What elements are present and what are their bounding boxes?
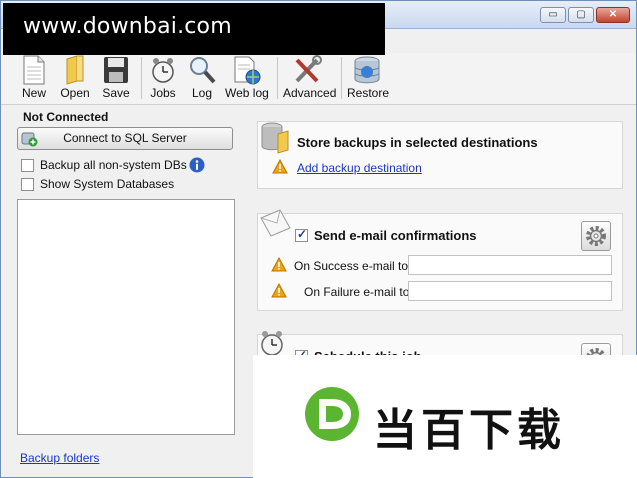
toolbar-log-button[interactable]: Log — [187, 55, 217, 100]
warning-icon — [271, 257, 287, 272]
open-folder-icon — [66, 55, 84, 85]
toolbar-weblog-button[interactable]: Web log — [225, 55, 269, 100]
app-window: ▭ ▢ ✕ www.downbai.com New Open Save Jobs… — [0, 0, 637, 478]
toolbar-separator — [277, 57, 278, 99]
connection-status: Not Connected — [23, 110, 109, 124]
maximize-button[interactable]: ▢ — [568, 7, 594, 23]
save-floppy-icon — [104, 57, 128, 83]
show-system-option[interactable]: Show System Databases — [21, 177, 174, 191]
backup-all-label: Backup all non-system DBs — [40, 158, 187, 172]
toolbar-advanced-button[interactable]: Advanced — [283, 55, 337, 100]
new-document-icon — [23, 55, 45, 85]
web-log-icon — [234, 56, 261, 85]
toolbar-new-button[interactable]: New — [18, 55, 50, 100]
failure-email-label: On Failure e-mail to: — [304, 285, 413, 299]
add-backup-destination-link[interactable]: Add backup destination — [297, 161, 422, 175]
gear-icon — [586, 226, 606, 246]
toolbar-separator — [341, 57, 342, 99]
tools-icon — [295, 55, 322, 83]
destinations-panel: Store backups in selected destinations A… — [257, 121, 623, 189]
toolbar: New Open Save Jobs Log Web log Advanced … — [1, 53, 636, 105]
warning-icon — [272, 159, 288, 174]
info-icon[interactable] — [189, 157, 205, 173]
database-add-icon — [21, 132, 38, 147]
database-list[interactable] — [17, 199, 235, 435]
toolbar-advanced-label: Advanced — [283, 86, 337, 100]
toolbar-restore-button[interactable]: Restore — [347, 55, 390, 100]
toolbar-open-button[interactable]: Open — [59, 55, 91, 100]
watermark-brand: 当百下载 — [373, 405, 565, 456]
backup-all-checkbox[interactable] — [21, 158, 34, 172]
toolbar-save-button[interactable]: Save — [101, 55, 131, 100]
email-settings-button[interactable] — [581, 221, 611, 251]
email-title: Send e-mail confirmations — [314, 228, 477, 243]
watermark-site: www.downbai.com — [3, 3, 385, 55]
toolbar-jobs-button[interactable]: Jobs — [148, 55, 178, 100]
minimize-button[interactable]: ▭ — [540, 7, 566, 23]
toolbar-weblog-label: Web log — [225, 86, 269, 100]
show-system-checkbox[interactable] — [21, 177, 34, 191]
envelope-icon — [260, 209, 291, 237]
watermark-logo — [305, 387, 359, 441]
magnifier-icon — [190, 57, 216, 84]
warning-icon — [271, 283, 287, 298]
connect-sql-server-button[interactable]: Connect to SQL Server — [17, 127, 233, 150]
alarm-clock-icon — [152, 58, 174, 83]
toolbar-separator — [141, 57, 142, 99]
destinations-title: Store backups in selected destinations — [297, 135, 538, 150]
success-email-label: On Success e-mail to: — [294, 259, 412, 273]
email-confirmations-checkbox[interactable] — [295, 227, 308, 242]
email-panel: Send e-mail confirmations On Success e-m… — [257, 209, 623, 311]
window-controls: ▭ ▢ ✕ — [540, 7, 630, 23]
backup-all-option[interactable]: Backup all non-system DBs — [21, 158, 187, 172]
toolbar-restore-label: Restore — [347, 86, 390, 100]
toolbar-open-label: Open — [60, 86, 90, 100]
toolbar-new-label: New — [21, 86, 46, 100]
close-button[interactable]: ✕ — [596, 7, 630, 23]
connect-sql-server-label: Connect to SQL Server — [63, 131, 187, 145]
backup-folders-link[interactable]: Backup folders — [20, 451, 99, 465]
watermark-logo-area: 当百下载 — [253, 355, 637, 478]
toolbar-jobs-label: Jobs — [150, 86, 176, 100]
show-system-label: Show System Databases — [40, 177, 175, 191]
failure-email-input[interactable] — [408, 281, 612, 301]
toolbar-save-label: Save — [102, 86, 130, 100]
databases-pane: Not Connected Connect to SQL Server Back… — [11, 107, 239, 469]
storage-icon — [261, 122, 289, 154]
toolbar-log-label: Log — [191, 86, 213, 100]
database-restore-icon — [354, 56, 380, 84]
success-email-input[interactable] — [408, 255, 612, 275]
